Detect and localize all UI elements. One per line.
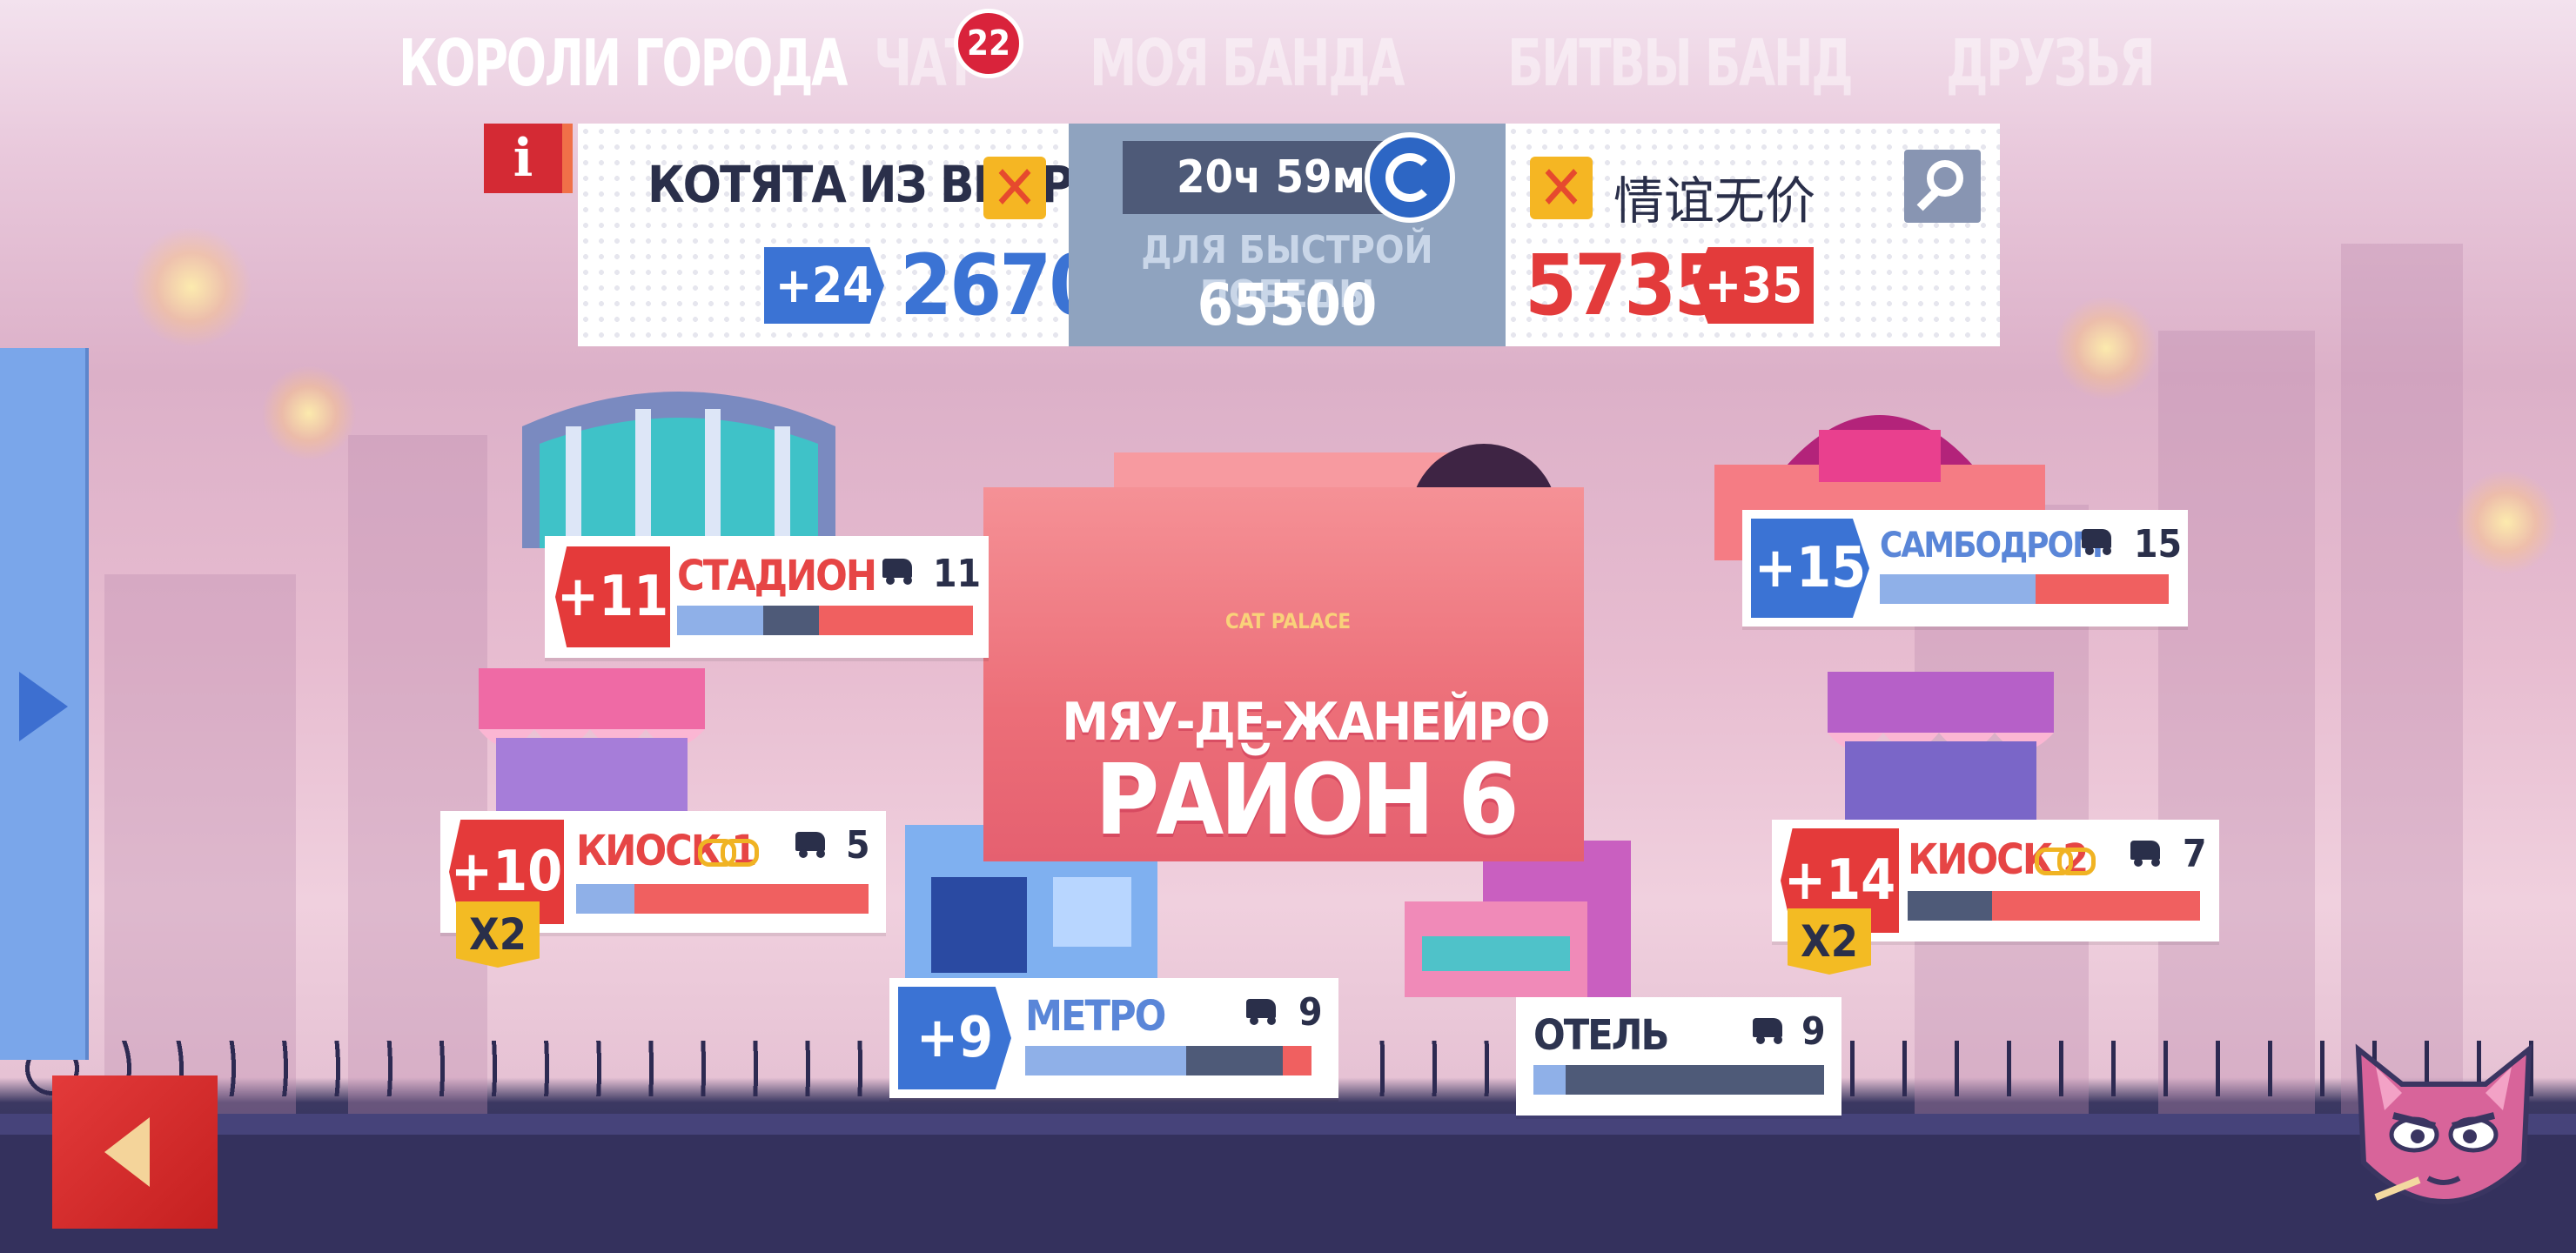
stadium-bonus: +11	[555, 546, 670, 647]
neutral-segment	[1908, 891, 1993, 921]
hotel-control-bar	[1533, 1065, 1824, 1095]
enemy-segment	[2036, 574, 2169, 604]
enemy-segment	[634, 884, 869, 914]
location-card-metro[interactable]: +9 МЕТРО 9	[889, 978, 1338, 1098]
foreground-wall	[0, 1114, 2576, 1253]
kiosk-2-unit-count: 7	[2183, 832, 2207, 876]
location-card-hotel[interactable]: ОТЕЛЬ 9	[1516, 997, 1841, 1116]
neutral-segment	[1185, 1046, 1283, 1075]
kiosk-1-control-bar	[576, 884, 869, 914]
location-card-sambodrom[interactable]: +15 САМБОДРОМ 15	[1742, 510, 2188, 626]
crossed-swords-icon: ✕	[1530, 157, 1593, 219]
kiosk-1-unit-count: 5	[846, 823, 870, 868]
tab-kings-of-city[interactable]: КОРОЛИ ГОРОДА	[399, 26, 848, 101]
sambodrom-name: САМБОДРОМ	[1880, 526, 2103, 566]
stadium-control-bar	[677, 606, 973, 635]
neutral-segment	[1565, 1065, 1824, 1095]
palace-sign: CAT PALACE	[1224, 609, 1352, 633]
kiosk-1-building[interactable]	[461, 651, 722, 816]
location-card-stadium[interactable]: +11 СТАДИОН 11	[545, 536, 989, 658]
kiosk-2-building[interactable]	[1810, 663, 2071, 820]
ally-segment	[1025, 1046, 1186, 1075]
tab-friends[interactable]: ДРУЗЬЯ	[1946, 26, 2156, 101]
stadium-building[interactable]	[513, 374, 844, 548]
cart-icon	[1246, 999, 1285, 1025]
metro-name: МЕТРО	[1025, 992, 1166, 1041]
sambodrom-control-bar	[1880, 574, 2169, 604]
city-light	[131, 226, 252, 348]
chat-unread-badge: 22	[954, 9, 1023, 78]
hotel-unit-count: 9	[1801, 1009, 1826, 1054]
crossed-swords-icon: ✕	[983, 157, 1046, 219]
neutral-segment	[762, 606, 820, 635]
stadium-name: СТАДИОН	[677, 552, 877, 600]
sambodrom-bonus: +15	[1751, 519, 1869, 618]
back-button[interactable]	[52, 1075, 218, 1229]
cart-icon	[1753, 1018, 1791, 1044]
chain-link-icon	[2035, 846, 2096, 875]
cat-avatar-icon[interactable]	[2341, 1032, 2546, 1223]
ally-segment	[1880, 574, 2036, 604]
metro-control-bar	[1025, 1046, 1318, 1075]
sambodrom-unit-count: 15	[2134, 522, 2183, 566]
fast-win-value: 65500	[1197, 271, 1378, 338]
ally-segment	[1533, 1065, 1566, 1095]
kiosk-1-multiplier: X2	[456, 901, 540, 968]
ally-segment	[576, 884, 635, 914]
hotel-name: ОТЕЛЬ	[1533, 1011, 1669, 1060]
search-button[interactable]	[1904, 150, 1981, 223]
metro-unit-count: 9	[1298, 990, 1323, 1035]
info-icon: i	[513, 128, 533, 189]
hotel-building[interactable]	[1405, 841, 1648, 997]
enemy-segment	[1992, 891, 2200, 921]
chain-link-icon	[698, 837, 759, 867]
city-light	[2054, 296, 2158, 400]
stadium-unit-count: 11	[933, 552, 982, 596]
enemy-score-delta: +35	[1694, 247, 1814, 324]
play-arrow-icon[interactable]	[19, 672, 68, 741]
ally-segment	[677, 606, 763, 635]
bg-building	[104, 574, 296, 1114]
cart-icon	[2082, 529, 2120, 555]
metro-bonus: +9	[898, 987, 1011, 1089]
city-light	[2454, 470, 2559, 574]
tab-my-gang[interactable]: МОЯ БАНДА	[1090, 26, 1405, 101]
ally-score-delta: +24	[764, 247, 884, 324]
bg-building	[2158, 331, 2315, 1114]
cart-icon	[795, 832, 834, 858]
city-light	[261, 365, 357, 461]
enemy-segment	[819, 606, 973, 635]
battle-timer: 20ч 59м	[1123, 141, 1385, 214]
kiosk-2-multiplier: X2	[1788, 908, 1871, 975]
top-tab-bar: КОРОЛИ ГОРОДА ЧАТ МОЯ БАНДА БИТВЫ БАНД Д…	[0, 26, 2576, 113]
kiosk-2-control-bar	[1908, 891, 2200, 921]
tab-gang-battles[interactable]: БИТВЫ БАНД	[1507, 26, 1854, 101]
district-name: РАЙОН 6	[1095, 744, 1519, 857]
enemy-segment	[1282, 1046, 1312, 1075]
cart-icon	[2130, 841, 2169, 867]
cart-icon	[882, 559, 921, 585]
enemy-clan-name: 情谊无价	[1613, 171, 1816, 231]
info-button[interactable]: i	[484, 124, 573, 193]
timer-icon	[1365, 132, 1455, 223]
bg-building	[2341, 244, 2463, 1114]
